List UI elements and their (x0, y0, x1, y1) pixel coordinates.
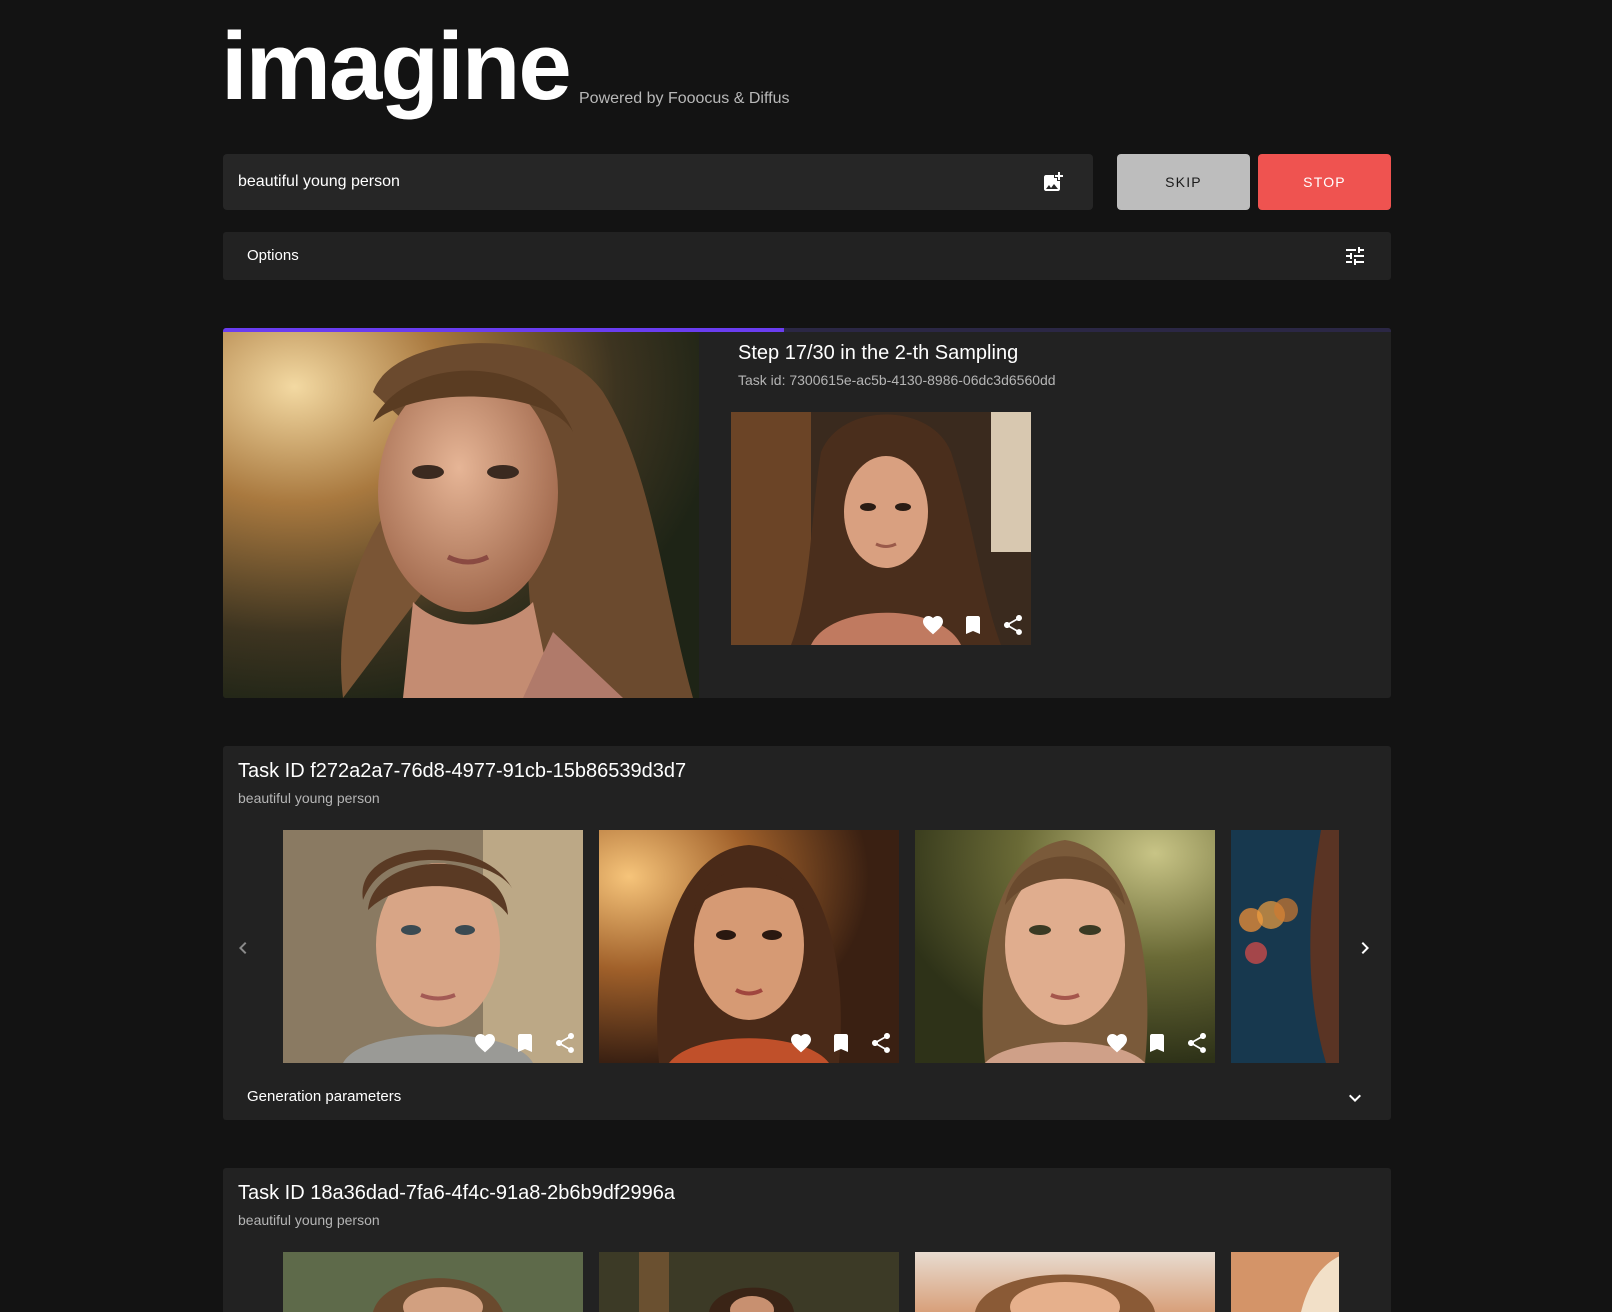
prompt-input[interactable] (238, 154, 1018, 210)
bookmark-icon[interactable] (513, 1031, 537, 1055)
task-card: Task ID 18a36dad-7fa6-4f4c-91a8-2b6b9df2… (223, 1168, 1391, 1312)
share-icon[interactable] (1185, 1031, 1209, 1055)
result-thumbnail[interactable] (1231, 830, 1339, 1063)
image-carousel (283, 830, 1339, 1063)
bookmark-icon[interactable] (961, 613, 985, 637)
task-prompt: beautiful young person (238, 1212, 380, 1228)
app-root: imagine Powered by Fooocus & Diffus SKIP… (221, 0, 1391, 1312)
app-logo: imagine (221, 13, 572, 120)
skip-button[interactable]: SKIP (1117, 154, 1250, 210)
task-title: Task ID f272a2a7-76d8-4977-91cb-15b86539… (238, 760, 687, 782)
options-panel-toggle[interactable]: Options (223, 232, 1391, 280)
chevron-down-icon (1343, 1086, 1367, 1110)
preview-image (223, 332, 699, 698)
bookmark-icon[interactable] (829, 1031, 853, 1055)
thumbnail-actions (473, 1031, 577, 1055)
thumbnail-actions (1105, 1031, 1209, 1055)
share-icon[interactable] (553, 1031, 577, 1055)
generation-parameters-label: Generation parameters (247, 1088, 402, 1105)
result-thumbnail[interactable] (599, 1252, 899, 1312)
prompt-bar (223, 154, 1093, 210)
result-thumbnail[interactable] (915, 1252, 1215, 1312)
current-task-card: Step 17/30 in the 2-th Sampling Task id:… (223, 328, 1391, 698)
task-card: Task ID f272a2a7-76d8-4977-91cb-15b86539… (223, 746, 1391, 1120)
favorite-icon[interactable] (789, 1031, 813, 1055)
share-icon[interactable] (869, 1031, 893, 1055)
task-prompt: beautiful young person (238, 790, 380, 806)
favorite-icon[interactable] (1105, 1031, 1129, 1055)
carousel-prev-icon[interactable] (231, 936, 255, 960)
favorite-icon[interactable] (921, 613, 945, 637)
step-status: Step 17/30 in the 2-th Sampling (738, 342, 1019, 364)
current-task-id: Task id: 7300615e-ac5b-4130-8986-06dc3d6… (738, 372, 1056, 388)
image-carousel (283, 1252, 1339, 1312)
options-label: Options (247, 247, 299, 264)
thumbnail-actions (921, 613, 1025, 637)
result-thumbnail[interactable] (283, 830, 583, 1063)
stop-button[interactable]: STOP (1258, 154, 1391, 210)
thumbnail-actions (789, 1031, 893, 1055)
generation-parameters-toggle[interactable]: Generation parameters (223, 1076, 1391, 1120)
tune-icon (1343, 244, 1367, 268)
result-thumbnail[interactable] (599, 830, 899, 1063)
result-thumbnail[interactable] (915, 830, 1215, 1063)
header: imagine Powered by Fooocus & Diffus (221, 10, 1391, 120)
add-photo-icon[interactable] (1041, 170, 1065, 194)
result-thumbnail[interactable] (1231, 1252, 1339, 1312)
favorite-icon[interactable] (473, 1031, 497, 1055)
bookmark-icon[interactable] (1145, 1031, 1169, 1055)
result-thumbnail[interactable] (731, 412, 1031, 645)
task-title: Task ID 18a36dad-7fa6-4f4c-91a8-2b6b9df2… (238, 1182, 675, 1204)
powered-by-text: Powered by Fooocus & Diffus (579, 90, 790, 107)
carousel-next-icon[interactable] (1353, 936, 1377, 960)
result-thumbnail[interactable] (283, 1252, 583, 1312)
share-icon[interactable] (1001, 613, 1025, 637)
